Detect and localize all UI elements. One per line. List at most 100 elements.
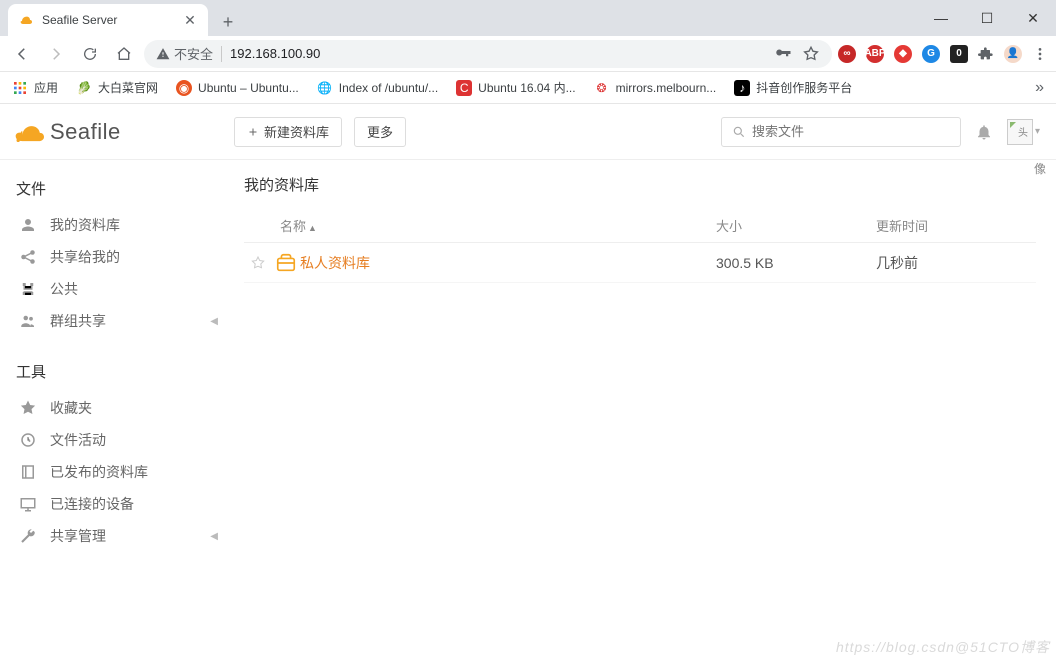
new-tab-button[interactable]: +: [214, 8, 242, 36]
avatar-caption: 像: [1034, 160, 1046, 177]
window-maximize[interactable]: ☐: [964, 0, 1010, 36]
nav-back[interactable]: [8, 40, 36, 68]
main-content: 我的资料库 名称▲ 大小 更新时间 私人资料库 300.5 KB 几秒前: [234, 160, 1056, 665]
header-actions: 新建资料库 更多: [234, 117, 406, 147]
avatar-image-broken: 头: [1007, 119, 1033, 145]
library-time: 几秒前: [876, 253, 1036, 273]
bookmark-item-1[interactable]: ◉Ubuntu – Ubuntu...: [176, 80, 299, 96]
extensions-menu-icon[interactable]: [978, 46, 994, 62]
plus-icon: [247, 126, 259, 138]
clock-icon: [18, 431, 38, 449]
star-fill-icon: [18, 399, 38, 417]
org-icon: [18, 280, 38, 298]
caret-left-icon: ◀: [210, 531, 218, 542]
bookmark-item-4[interactable]: ❂mirrors.melbourn...: [594, 80, 717, 96]
caret-left-icon: ◀: [210, 316, 218, 327]
tab-title: Seafile Server: [42, 13, 174, 27]
bookmark-apps[interactable]: 应用: [12, 79, 58, 96]
browser-tabstrip: Seafile Server ✕ + — ☐ ✕: [0, 0, 1056, 36]
browser-menu-icon[interactable]: [1032, 46, 1048, 62]
sidebar-item-published[interactable]: 已发布的资料库: [16, 456, 224, 488]
warning-icon: [156, 47, 170, 61]
browser-toolbar: 不安全 192.168.100.90 ∞ ABP ◆ G 0 👤: [0, 36, 1056, 72]
bookmark-item-0[interactable]: 🥬大白菜官网: [76, 79, 158, 96]
header-right: 头 ▾: [721, 117, 1040, 147]
app-header: Seafile 新建资料库 更多 头 ▾: [0, 104, 1056, 160]
tab-close-icon[interactable]: ✕: [182, 12, 198, 29]
new-library-button[interactable]: 新建资料库: [234, 117, 342, 147]
ext-icon-shield[interactable]: ◆: [894, 45, 912, 63]
browser-tab[interactable]: Seafile Server ✕: [8, 4, 208, 36]
page-title: 我的资料库: [244, 174, 1036, 195]
wrench-icon: [18, 527, 38, 545]
seafile-logo-icon: [14, 119, 44, 145]
mirror-icon: ❂: [594, 80, 610, 96]
row-star-toggle[interactable]: [244, 255, 272, 271]
insecure-warning: 不安全: [156, 44, 213, 63]
library-row[interactable]: 私人资料库 300.5 KB 几秒前: [244, 243, 1036, 283]
window-close[interactable]: ✕: [1010, 0, 1056, 36]
list-header: 名称▲ 大小 更新时间: [244, 209, 1036, 243]
logo-text: Seafile: [50, 119, 121, 145]
sidebar-item-shared-with-me[interactable]: 共享给我的: [16, 241, 224, 273]
globe-icon: 🌐: [317, 80, 333, 96]
nav-forward[interactable]: [42, 40, 70, 68]
c-icon: C: [456, 80, 472, 96]
omnibox[interactable]: 不安全 192.168.100.90: [144, 40, 832, 68]
notifications-icon[interactable]: [975, 123, 993, 141]
user-avatar[interactable]: 头 ▾: [1007, 119, 1040, 145]
bookmark-item-3[interactable]: CUbuntu 16.04 内...: [456, 79, 575, 96]
ext-icon-badge[interactable]: 0: [950, 45, 968, 63]
watermark-text: https://blog.csdn@51CTO博客: [836, 637, 1050, 657]
search-box[interactable]: [721, 117, 961, 147]
key-icon[interactable]: [774, 45, 792, 63]
share-icon: [18, 248, 38, 266]
omnibox-divider: [221, 46, 222, 62]
apps-icon: [12, 80, 28, 96]
nav-home[interactable]: [110, 40, 138, 68]
ext-icon-translate[interactable]: G: [922, 45, 940, 63]
bookmarks-overflow-icon[interactable]: »: [1035, 79, 1044, 97]
book-icon: [18, 463, 38, 481]
library-icon: [272, 252, 300, 274]
person-icon: [18, 216, 38, 234]
bookmarks-bar: 应用 🥬大白菜官网 ◉Ubuntu – Ubuntu... 🌐Index of …: [0, 72, 1056, 104]
col-header-name[interactable]: 名称▲: [244, 216, 716, 235]
nav-reload[interactable]: [76, 40, 104, 68]
window-minimize[interactable]: —: [918, 0, 964, 36]
star-icon[interactable]: [802, 45, 820, 63]
app-body: 文件 我的资料库 共享给我的 公共 群组共享◀ 工具 收藏夹 文件活动 已发布的…: [0, 160, 1056, 665]
sidebar-item-share-admin[interactable]: 共享管理◀: [16, 520, 224, 552]
sidebar-item-favorites[interactable]: 收藏夹: [16, 392, 224, 424]
sidebar-item-public[interactable]: 公共: [16, 273, 224, 305]
sidebar: 文件 我的资料库 共享给我的 公共 群组共享◀ 工具 收藏夹 文件活动 已发布的…: [0, 160, 234, 665]
sort-asc-icon: ▲: [308, 223, 317, 233]
profile-avatar-icon[interactable]: 👤: [1004, 45, 1022, 63]
sidebar-heading-tools: 工具: [16, 361, 224, 382]
more-button[interactable]: 更多: [354, 117, 406, 147]
ubuntu-icon: ◉: [176, 80, 192, 96]
bookmark-item-2[interactable]: 🌐Index of /ubuntu/...: [317, 80, 438, 96]
sidebar-item-my-libraries[interactable]: 我的资料库: [16, 209, 224, 241]
sidebar-item-devices[interactable]: 已连接的设备: [16, 488, 224, 520]
library-name-link[interactable]: 私人资料库: [300, 253, 716, 273]
extensions-area: ∞ ABP ◆ G 0 👤: [838, 45, 1048, 63]
douyin-icon: ♪: [734, 80, 750, 96]
group-icon: [18, 312, 38, 330]
window-controls: — ☐ ✕: [918, 0, 1056, 36]
ext-icon-1[interactable]: ∞: [838, 45, 856, 63]
sidebar-item-activity[interactable]: 文件活动: [16, 424, 224, 456]
library-size: 300.5 KB: [716, 255, 876, 271]
sidebar-heading-files: 文件: [16, 178, 224, 199]
sidebar-item-group-share[interactable]: 群组共享◀: [16, 305, 224, 337]
bookmark-item-5[interactable]: ♪抖音创作服务平台: [734, 79, 852, 96]
col-header-size[interactable]: 大小: [716, 216, 876, 235]
omnibox-url: 192.168.100.90: [230, 46, 320, 61]
chevron-down-icon: ▾: [1035, 126, 1040, 137]
leaf-icon: 🥬: [76, 80, 92, 96]
col-header-time[interactable]: 更新时间: [876, 216, 1036, 235]
search-input[interactable]: [752, 124, 950, 139]
app-logo[interactable]: Seafile: [14, 119, 234, 145]
ext-icon-abp[interactable]: ABP: [866, 45, 884, 63]
monitor-icon: [18, 495, 38, 513]
